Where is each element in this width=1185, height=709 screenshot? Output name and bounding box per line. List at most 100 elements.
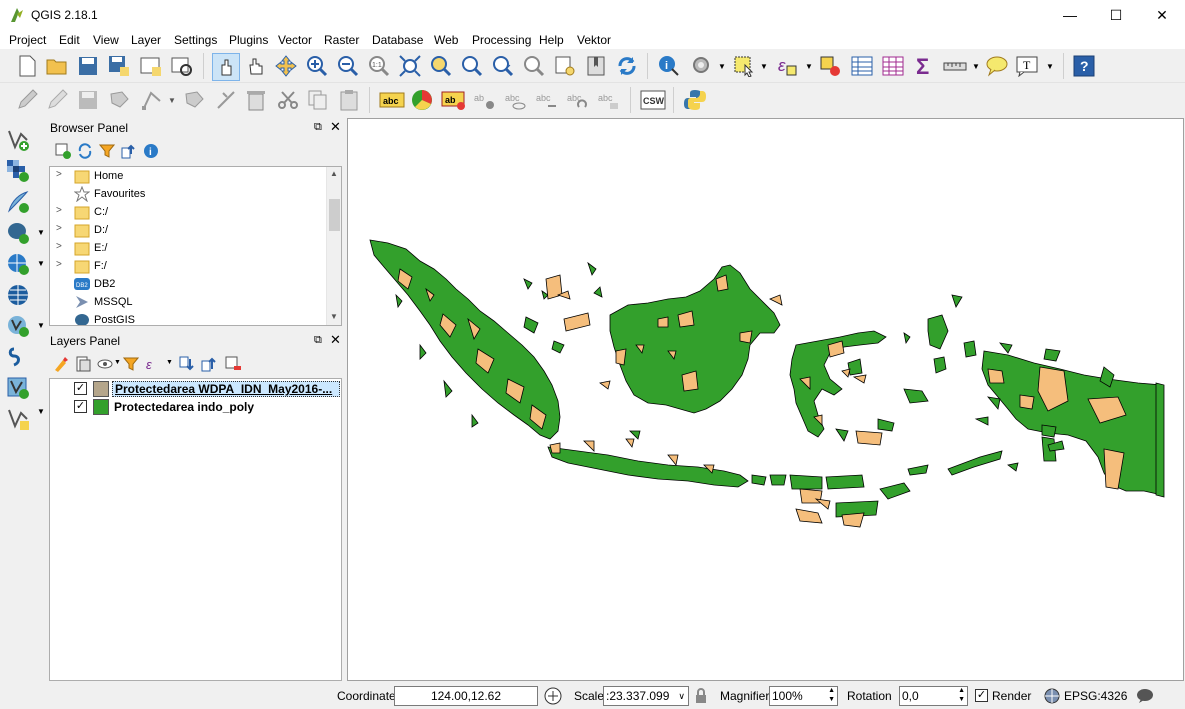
add-wcs-layer-icon[interactable] <box>6 283 30 307</box>
manage-visibility-icon[interactable] <box>96 355 114 373</box>
rotation-spinbox[interactable]: 0,0 ▲ ▼ <box>899 686 968 706</box>
expression-filter-dropdown-icon[interactable]: ▼ <box>166 359 173 366</box>
pan-map-icon[interactable] <box>244 54 268 78</box>
save-project-icon[interactable] <box>76 54 100 78</box>
select-by-expression-icon[interactable]: ε <box>775 54 799 78</box>
minimize-button[interactable]: — <box>1047 0 1093 30</box>
menu-layer[interactable]: Layer <box>131 33 161 47</box>
zoom-to-selection-icon[interactable] <box>429 54 453 78</box>
measure-line-icon[interactable] <box>943 54 967 78</box>
text-annotation-icon[interactable]: T <box>1016 54 1040 78</box>
pan-to-center-icon[interactable] <box>274 54 298 78</box>
identify-features-icon[interactable]: i <box>657 54 681 78</box>
crs-label[interactable]: EPSG:4326 <box>1064 689 1127 703</box>
save-as-icon[interactable] <box>107 54 131 78</box>
menu-help[interactable]: Help <box>539 33 564 47</box>
menu-plugins[interactable]: Plugins <box>229 33 268 47</box>
menu-raster[interactable]: Raster <box>324 33 359 47</box>
show-hide-labels-icon[interactable]: ab <box>472 88 498 112</box>
new-layer-dropdown-icon[interactable]: ▼ <box>37 407 45 416</box>
chevron-right-icon[interactable]: > <box>56 205 62 216</box>
maximize-button[interactable]: ☐ <box>1093 0 1139 30</box>
run-action-dropdown-icon[interactable]: ▼ <box>718 62 726 71</box>
remove-layer-icon[interactable] <box>224 355 242 373</box>
add-group-icon[interactable] <box>74 355 92 373</box>
pin-labels-icon[interactable]: ab <box>441 88 467 112</box>
wms-dropdown-icon[interactable]: ▼ <box>37 259 45 268</box>
cut-features-icon[interactable] <box>276 88 300 112</box>
paste-features-icon[interactable] <box>337 88 361 112</box>
filter-browser-icon[interactable] <box>98 142 116 160</box>
style-manager-icon[interactable] <box>410 88 434 112</box>
filter-legend-icon[interactable] <box>122 355 140 373</box>
deselect-all-icon[interactable] <box>818 54 842 78</box>
zoom-full-icon[interactable] <box>398 54 422 78</box>
map-canvas[interactable] <box>347 118 1184 681</box>
preview-labels-icon[interactable]: abc <box>503 88 529 112</box>
zoom-out-icon[interactable] <box>336 54 360 78</box>
chevron-right-icon[interactable]: > <box>56 259 62 270</box>
measure-dropdown-icon[interactable]: ▼ <box>972 62 980 71</box>
new-project-icon[interactable] <box>15 54 39 78</box>
wfs-dropdown-icon[interactable]: ▼ <box>37 321 45 330</box>
float-panel-icon[interactable]: ⧉ <box>314 121 322 134</box>
close-panel-icon[interactable]: ✕ <box>330 119 341 135</box>
collapse-all-icon[interactable] <box>200 355 218 373</box>
crs-globe-icon[interactable] <box>1043 686 1061 706</box>
layer-symbol-swatch[interactable] <box>93 381 109 397</box>
new-map-view-icon[interactable] <box>553 54 577 78</box>
add-wfs-layer-icon[interactable] <box>6 314 30 338</box>
filter-by-expression-icon[interactable]: ε <box>144 355 162 373</box>
add-delimited-text-icon[interactable] <box>6 345 30 369</box>
layer-row[interactable]: ✓ Protectedarea indo_poly <box>50 398 341 416</box>
messages-icon[interactable] <box>1135 686 1155 706</box>
zoom-native-icon[interactable]: 1:1 <box>367 54 391 78</box>
menu-web[interactable]: Web <box>434 33 458 47</box>
node-dropdown-icon[interactable]: ▼ <box>168 96 176 105</box>
add-raster-layer-icon[interactable] <box>6 159 30 183</box>
new-shapefile-layer-icon[interactable] <box>6 407 30 431</box>
visibility-dropdown-icon[interactable]: ▼ <box>114 359 121 366</box>
python-console-icon[interactable] <box>683 88 707 112</box>
coordinate-toggle-icon[interactable] <box>543 686 563 706</box>
current-edits-icon[interactable] <box>15 88 39 112</box>
new-print-composer-icon[interactable] <box>139 54 163 78</box>
copy-features-icon[interactable] <box>306 88 330 112</box>
select-features-icon[interactable] <box>732 54 756 78</box>
spin-arrows-icon[interactable]: ▲ ▼ <box>958 686 965 704</box>
menu-processing[interactable]: Processing <box>472 33 531 47</box>
menu-project[interactable]: Project <box>9 33 46 47</box>
statistics-sigma-icon[interactable]: Σ <box>912 54 936 78</box>
annotation-dropdown-icon[interactable]: ▼ <box>1046 62 1054 71</box>
menu-vektor[interactable]: Vektor <box>577 33 611 47</box>
scale-combobox[interactable]: :23.337.099 ∨ <box>603 686 689 706</box>
add-virtual-layer-icon[interactable] <box>6 376 30 400</box>
menu-view[interactable]: View <box>93 33 119 47</box>
add-feature-icon[interactable] <box>108 88 132 112</box>
expression-dropdown-icon[interactable]: ▼ <box>805 62 813 71</box>
layer-labeling-icon[interactable]: abc <box>379 88 405 112</box>
split-features-icon[interactable] <box>214 88 238 112</box>
render-checkbox[interactable]: ✓ <box>975 689 988 702</box>
open-project-icon[interactable] <box>45 54 69 78</box>
layer-visibility-checkbox[interactable]: ✓ <box>74 400 87 413</box>
layer-visibility-checkbox[interactable]: ✓ <box>74 382 87 395</box>
select-dropdown-icon[interactable]: ▼ <box>760 62 768 71</box>
move-label-icon[interactable]: abc <box>534 88 560 112</box>
save-edits-icon[interactable] <box>76 88 100 112</box>
bookmarks-icon[interactable] <box>584 54 608 78</box>
chevron-right-icon[interactable]: > <box>56 223 62 234</box>
browser-scrollbar[interactable]: ▲ ▼ <box>326 167 341 325</box>
zoom-to-layer-icon[interactable] <box>460 54 484 78</box>
zoom-next-icon[interactable] <box>522 54 546 78</box>
pan-to-selection-icon[interactable] <box>212 53 240 81</box>
menu-edit[interactable]: Edit <box>59 33 80 47</box>
toggle-editing-icon[interactable] <box>45 88 69 112</box>
zoom-in-icon[interactable] <box>305 54 329 78</box>
csw-metasearch-icon[interactable]: CSW <box>640 88 666 112</box>
chevron-right-icon[interactable]: > <box>56 169 62 180</box>
spin-arrows-icon[interactable]: ▲ ▼ <box>828 686 835 704</box>
node-tool-icon[interactable] <box>140 88 164 112</box>
menu-database[interactable]: Database <box>372 33 423 47</box>
lock-scale-icon[interactable] <box>692 686 710 706</box>
